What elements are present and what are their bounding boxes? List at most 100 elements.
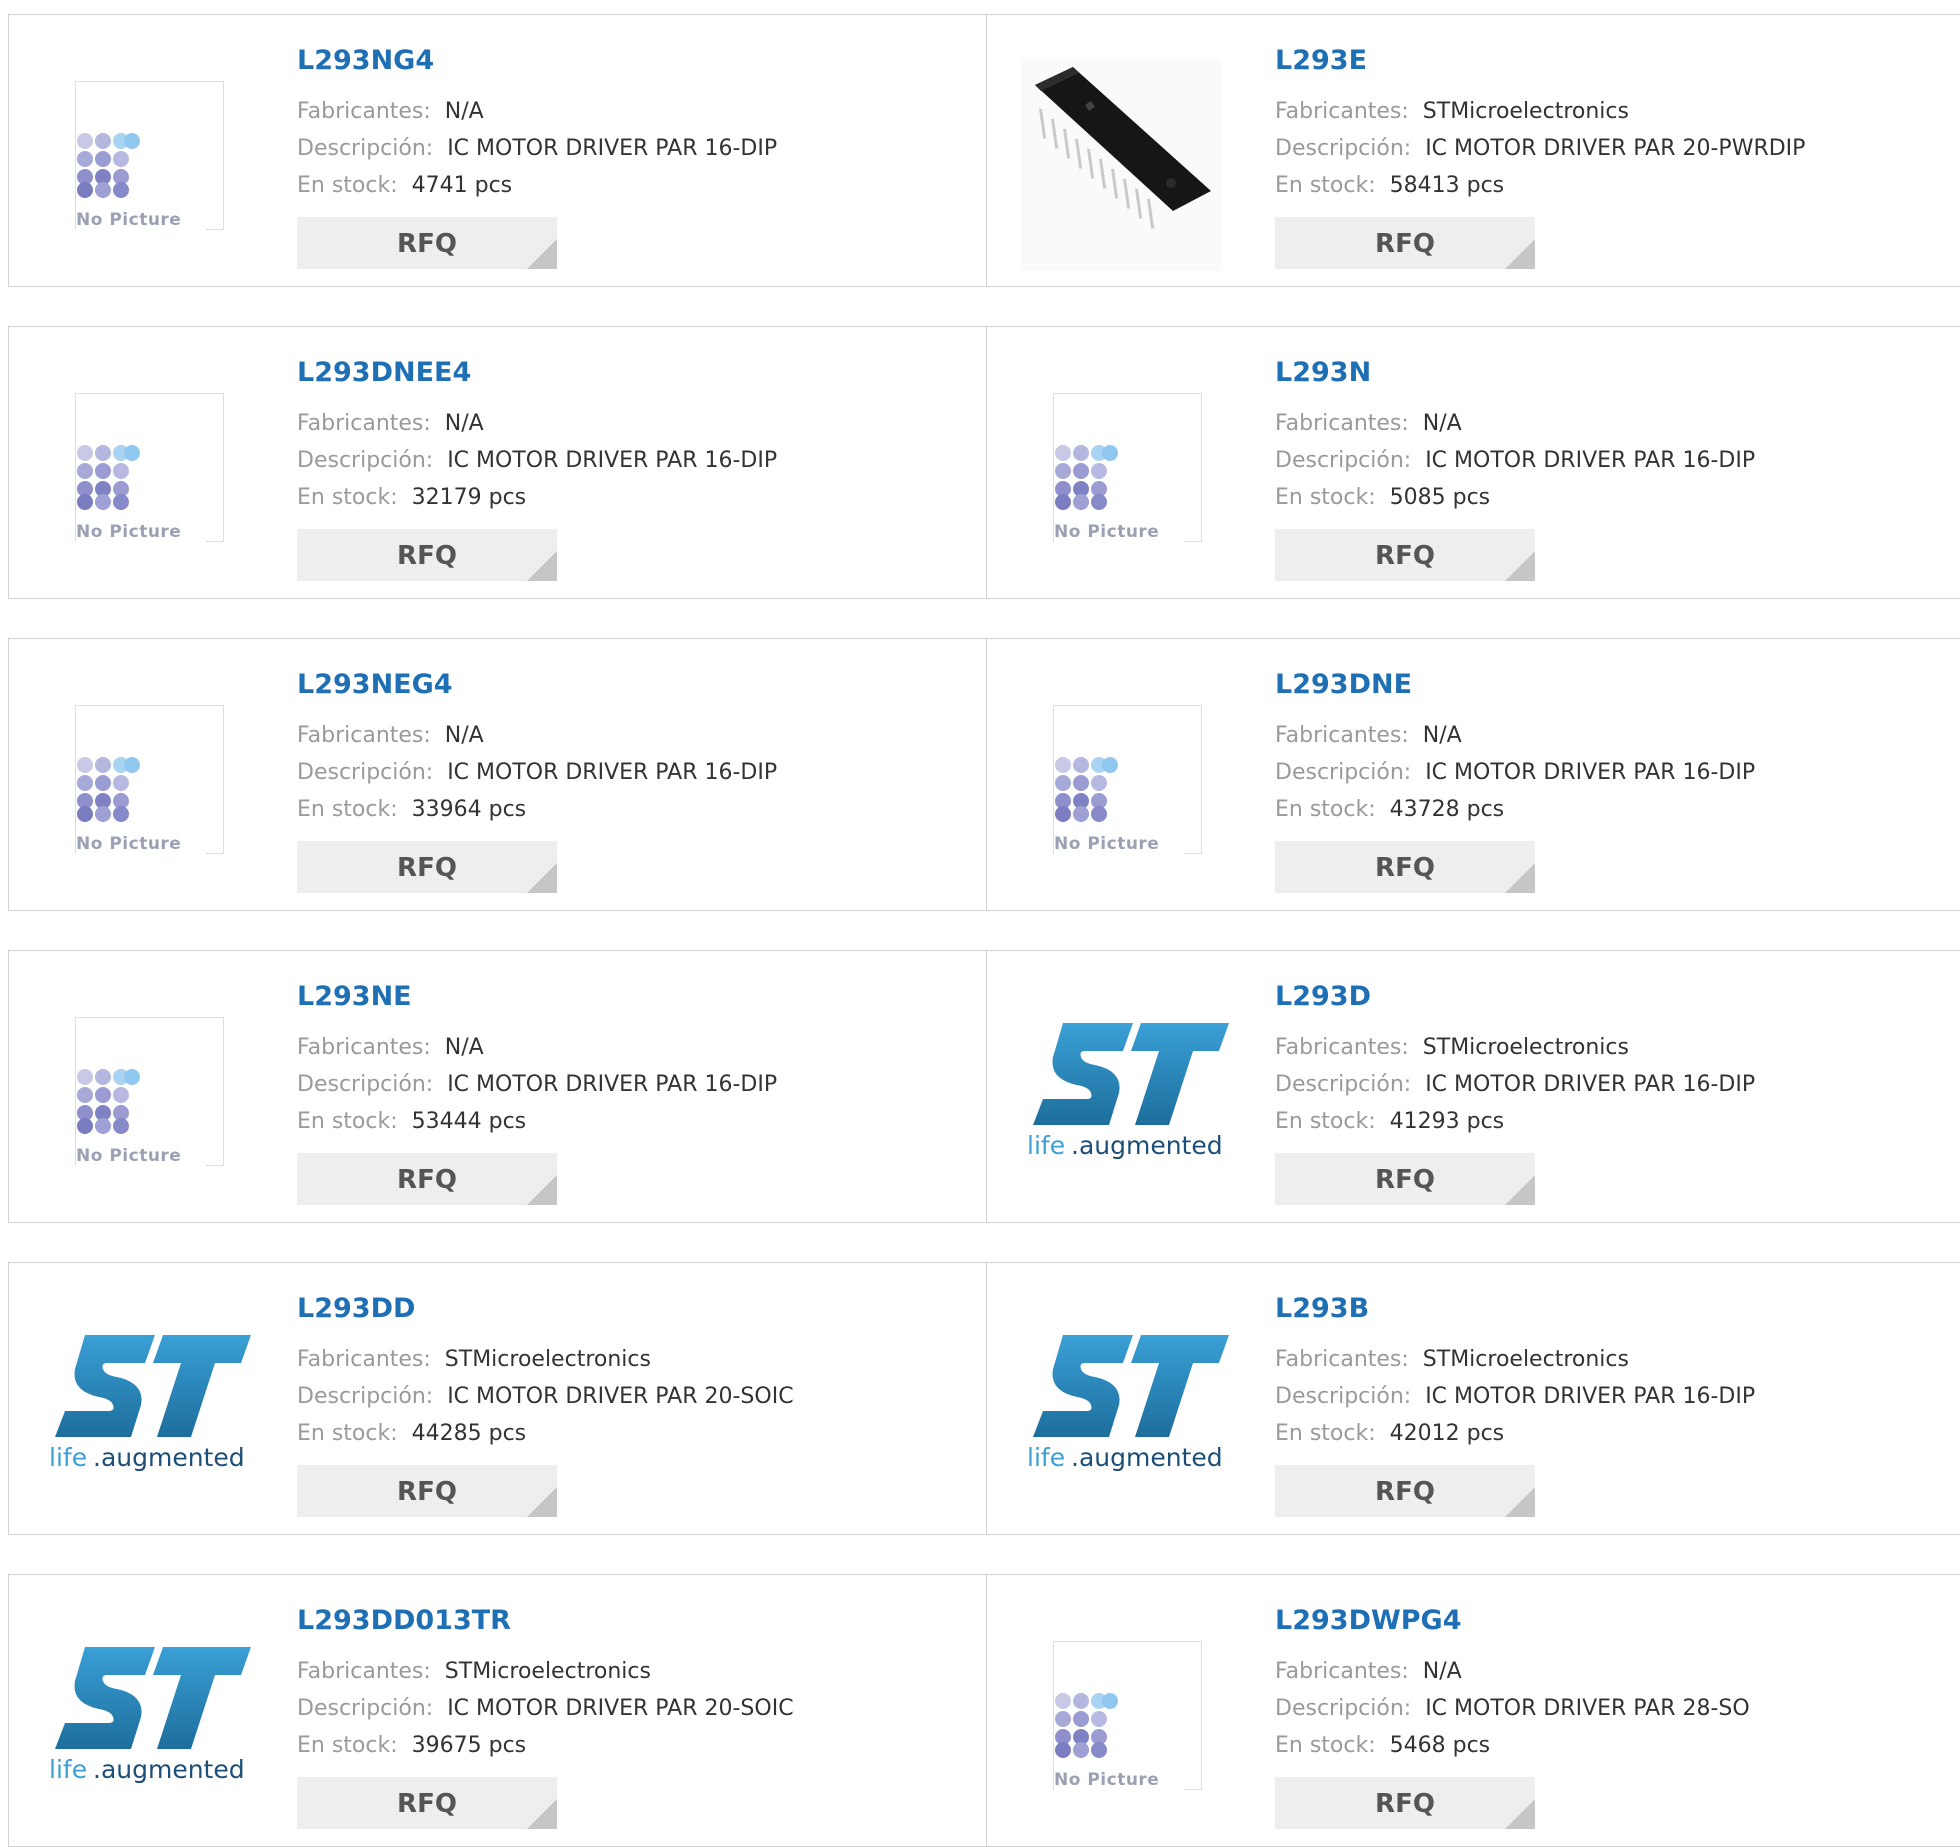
product-image[interactable]: life .augmented	[987, 1263, 1267, 1534]
rfq-corner-decoration	[527, 1799, 557, 1829]
part-number-link[interactable]: L293NG4	[297, 45, 434, 76]
rfq-button[interactable]: RFQ	[297, 217, 557, 269]
rfq-button[interactable]: RFQ	[1275, 1777, 1535, 1829]
stock-label: En stock:	[1275, 173, 1376, 198]
manufacturer-value: STMicroelectronics	[444, 1659, 651, 1684]
manufacturer-value: N/A	[1422, 411, 1462, 436]
st-tagline-life: life	[49, 1443, 87, 1472]
description-label: Descripción:	[1275, 760, 1412, 785]
manufacturer-label: Fabricantes:	[1275, 411, 1409, 436]
manufacturer-row: Fabricantes: STMicroelectronics	[1275, 1035, 1629, 1060]
rfq-button[interactable]: RFQ	[297, 1153, 557, 1205]
product-row: life .augmented L293DD Fabricantes: STMic…	[8, 1262, 1960, 1535]
product-card: No Picture L293NE Fabricantes: N/A Descri…	[9, 951, 987, 1222]
description-row: Descripción: IC MOTOR DRIVER PAR 16-DIP	[297, 448, 777, 473]
product-card: life .augmented L293B Fabricantes: STMicr…	[987, 1263, 1960, 1534]
product-card: No Picture L293DNEE4 Fabricantes: N/A Des…	[9, 327, 987, 598]
product-image[interactable]: life .augmented	[9, 1575, 289, 1846]
product-image[interactable]: No Picture	[9, 15, 289, 286]
rfq-button[interactable]: RFQ	[297, 529, 557, 581]
stock-row: En stock: 33964 pcs	[297, 797, 526, 822]
product-row: life .augmented L293DD013TR Fabricantes:…	[8, 1574, 1960, 1847]
stock-row: En stock: 53444 pcs	[297, 1109, 526, 1134]
st-tagline-life: life	[1027, 1443, 1065, 1472]
product-image[interactable]: No Picture	[9, 639, 289, 910]
rfq-button[interactable]: RFQ	[297, 841, 557, 893]
manufacturer-row: Fabricantes: STMicroelectronics	[297, 1659, 651, 1684]
rfq-button[interactable]: RFQ	[1275, 217, 1535, 269]
rfq-corner-decoration	[527, 1175, 557, 1205]
product-image[interactable]: No Picture	[987, 639, 1267, 910]
stock-value: 58413 pcs	[1389, 173, 1505, 198]
manufacturer-row: Fabricantes: N/A	[297, 411, 484, 436]
manufacturer-row: Fabricantes: N/A	[297, 99, 484, 124]
st-logo: life .augmented	[49, 1647, 251, 1784]
no-picture-placeholder: No Picture	[1053, 705, 1202, 854]
part-number-link[interactable]: L293D	[1275, 981, 1371, 1012]
stock-label: En stock:	[297, 1421, 398, 1446]
part-number-link[interactable]: L293DWPG4	[1275, 1605, 1462, 1636]
product-image[interactable]	[987, 15, 1267, 286]
rfq-button[interactable]: RFQ	[1275, 1465, 1535, 1517]
part-number-link[interactable]: L293E	[1275, 45, 1367, 76]
rfq-button[interactable]: RFQ	[1275, 529, 1535, 581]
product-image[interactable]: No Picture	[987, 327, 1267, 598]
description-value: IC MOTOR DRIVER PAR 28-SO	[1425, 1696, 1750, 1721]
manufacturer-value: N/A	[1422, 723, 1462, 748]
rfq-label: RFQ	[397, 1477, 457, 1507]
rfq-label: RFQ	[397, 1165, 457, 1195]
no-picture-label: No Picture	[1054, 1770, 1160, 1790]
description-value: IC MOTOR DRIVER PAR 20-SOIC	[447, 1384, 794, 1409]
rfq-button[interactable]: RFQ	[297, 1777, 557, 1829]
rfq-label: RFQ	[397, 229, 457, 259]
description-row: Descripción: IC MOTOR DRIVER PAR 28-SO	[1275, 1696, 1750, 1721]
part-number-link[interactable]: L293DD	[297, 1293, 415, 1324]
stock-label: En stock:	[297, 1109, 398, 1134]
part-number-link[interactable]: L293B	[1275, 1293, 1369, 1324]
product-card: No Picture L293NG4 Fabricantes: N/A Descr…	[9, 15, 987, 286]
product-image[interactable]: No Picture	[9, 951, 289, 1222]
description-value: IC MOTOR DRIVER PAR 16-DIP	[447, 448, 778, 473]
stock-label: En stock:	[1275, 1109, 1376, 1134]
product-image[interactable]: life .augmented	[9, 1263, 289, 1534]
manufacturer-value: STMicroelectronics	[1422, 1035, 1629, 1060]
manufacturer-label: Fabricantes:	[297, 1347, 431, 1372]
rfq-label: RFQ	[1375, 541, 1435, 571]
rfq-button[interactable]: RFQ	[1275, 841, 1535, 893]
part-number-link[interactable]: L293DD013TR	[297, 1605, 511, 1636]
stock-label: En stock:	[297, 1733, 398, 1758]
rfq-corner-decoration	[1505, 551, 1535, 581]
rfq-corner-decoration	[527, 239, 557, 269]
rfq-corner-decoration	[1505, 1175, 1535, 1205]
manufacturer-row: Fabricantes: N/A	[1275, 411, 1462, 436]
rfq-corner-decoration	[527, 863, 557, 893]
description-row: Descripción: IC MOTOR DRIVER PAR 20-PWRDI…	[1275, 136, 1805, 161]
description-label: Descripción:	[1275, 448, 1412, 473]
part-number-link[interactable]: L293DNEE4	[297, 357, 471, 388]
manufacturer-label: Fabricantes:	[1275, 723, 1409, 748]
stock-value: 42012 pcs	[1389, 1421, 1505, 1446]
part-number-link[interactable]: L293NE	[297, 981, 412, 1012]
product-image[interactable]: life .augmented	[987, 951, 1267, 1222]
stock-label: En stock:	[297, 797, 398, 822]
manufacturer-label: Fabricantes:	[1275, 1659, 1409, 1684]
product-card: No Picture L293NEG4 Fabricantes: N/A Desc…	[9, 639, 987, 910]
manufacturer-value: N/A	[444, 1035, 484, 1060]
stock-label: En stock:	[1275, 797, 1376, 822]
stock-value: 53444 pcs	[411, 1109, 527, 1134]
description-row: Descripción: IC MOTOR DRIVER PAR 16-DIP	[297, 1072, 777, 1097]
stock-value: 41293 pcs	[1389, 1109, 1505, 1134]
stock-row: En stock: 32179 pcs	[297, 485, 526, 510]
product-card: life .augmented L293DD013TR Fabricantes:…	[9, 1575, 987, 1846]
description-value: IC MOTOR DRIVER PAR 16-DIP	[1425, 1384, 1756, 1409]
part-number-link[interactable]: L293NEG4	[297, 669, 453, 700]
product-image[interactable]: No Picture	[9, 327, 289, 598]
product-image[interactable]: No Picture	[987, 1575, 1267, 1846]
part-number-link[interactable]: L293DNE	[1275, 669, 1412, 700]
product-row: No Picture L293NE Fabricantes: N/A Descri…	[8, 950, 1960, 1223]
rfq-button[interactable]: RFQ	[1275, 1153, 1535, 1205]
part-number-link[interactable]: L293N	[1275, 357, 1371, 388]
rfq-button[interactable]: RFQ	[297, 1465, 557, 1517]
rfq-corner-decoration	[527, 1487, 557, 1517]
stock-label: En stock:	[297, 173, 398, 198]
